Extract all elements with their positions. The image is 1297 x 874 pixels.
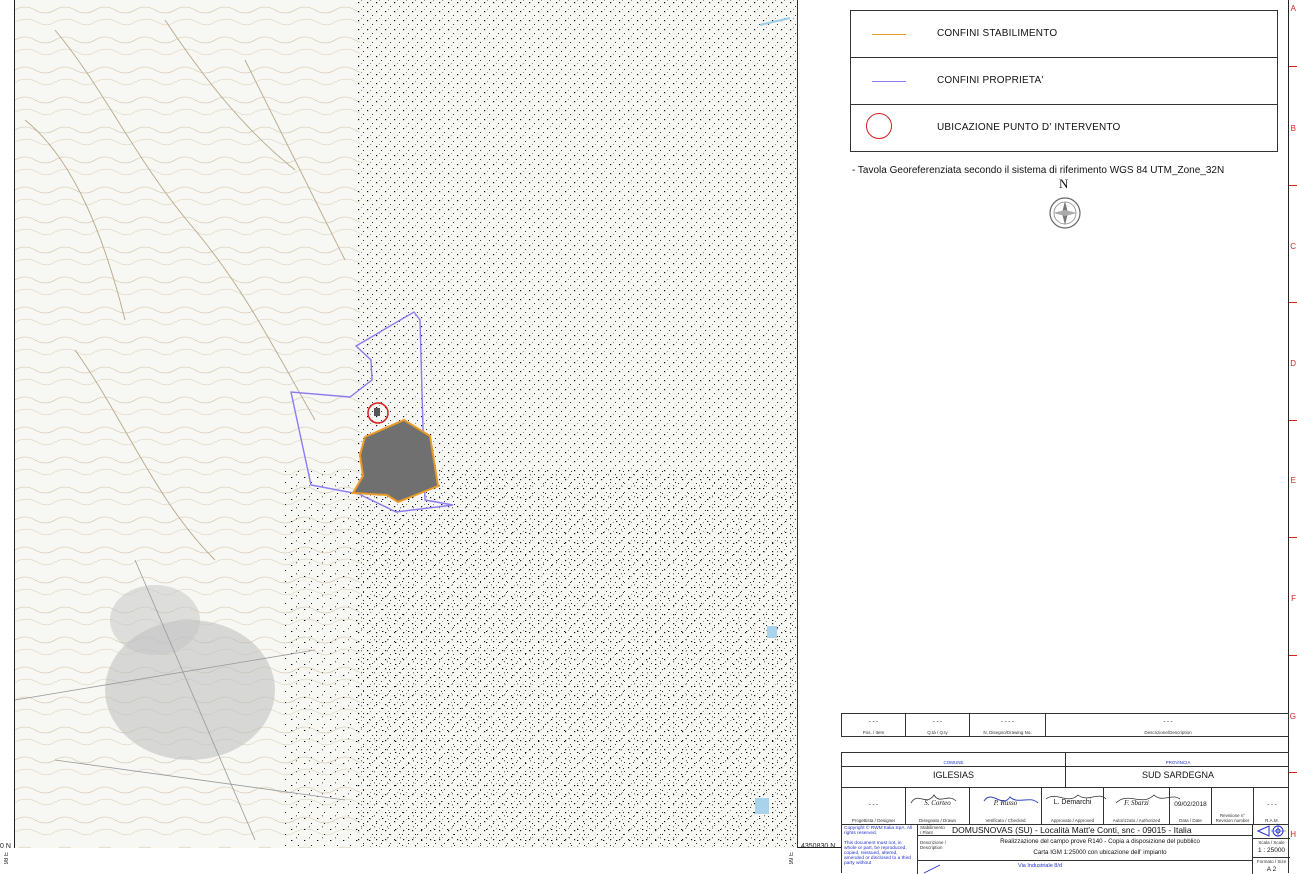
plant-value: DOMUSNOVAS (SU) - Località Matt'e Conti,… [952, 825, 1192, 835]
description-label: Descrizione / Description [920, 840, 947, 850]
title-block: COMUNE IGLESIAS PROVINCIA SUD SARDEGNA -… [841, 752, 1290, 874]
plain-area-south [285, 470, 797, 848]
ram-cell: - - - R.A.M. [1254, 787, 1290, 824]
plant-description-cell: Stabilimento / Plant DOMUSNOVAS (SU) - L… [918, 824, 1252, 874]
revision-item-header: Pos. / Item [862, 730, 885, 735]
revision-qty-value: - - - [932, 719, 943, 725]
red-circle-icon [866, 113, 892, 139]
disclaimer-text: This document must not, in whole or part… [844, 841, 911, 866]
north-label: N [1059, 176, 1069, 191]
coord-left-vertical: 98 E [4, 852, 10, 865]
coord-center-bottom: 4350830 N [801, 843, 836, 850]
legend-item-plant-boundary: CONFINI STABILIMENTO [851, 11, 1277, 58]
legend-label: UBICAZIONE PUNTO D' INTERVENTO [937, 122, 1121, 133]
north-arrow: N [1044, 176, 1084, 236]
legend-item-intervention: UBICAZIONE PUNTO D' INTERVENTO [851, 105, 1277, 152]
water-body [767, 626, 777, 638]
format-value: A 2 [1266, 866, 1277, 873]
grid-ref-b: B [1290, 124, 1296, 133]
grid-tick [1289, 302, 1297, 303]
scale-label: Scala / Scale [1258, 840, 1285, 845]
provincia-label: PROVINCIA [1165, 760, 1191, 765]
grid-tick [1289, 655, 1297, 656]
grid-ref-e: E [1290, 476, 1296, 485]
legend-item-property-boundary: CONFINI PROPRIETA' [851, 58, 1277, 105]
revision-cell-drawing: - - - - N. Disegno/Drawing No. [970, 714, 1046, 736]
orange-line-icon [872, 34, 906, 35]
authorized-label: Autorizzato / Authorized [1112, 818, 1161, 823]
topographic-map[interactable] [15, 0, 798, 848]
grid-tick [1289, 420, 1297, 421]
revision-value: - - - [1267, 802, 1277, 808]
georeference-note: - Tavola Georeferenziata secondo il sist… [852, 165, 1225, 176]
compass-icon [1049, 197, 1081, 229]
divider [842, 766, 1288, 767]
revision-description-value: - - - [1163, 719, 1173, 725]
coord-center-vertical: 99 E [789, 852, 795, 865]
revision-cell-description: - - - Descrizione/Description [1046, 714, 1290, 736]
revision-drawing-header: N. Disegno/Drawing No. [983, 730, 1032, 735]
grid-tick [1289, 537, 1297, 538]
grid-tick [1289, 66, 1297, 67]
intervention-point [374, 408, 380, 416]
date-label: Data / Date [1179, 818, 1202, 823]
divider [1253, 857, 1290, 858]
comune-label: COMUNE [943, 760, 964, 765]
divider [918, 835, 1252, 836]
town-area-north [110, 585, 200, 655]
legend: CONFINI STABILIMENTO CONFINI PROPRIETA' … [850, 10, 1278, 152]
provincia-cell: PROVINCIA SUD SARDEGNA [1066, 753, 1290, 787]
grid-tick [1289, 185, 1297, 186]
grid-ref-h: H [1290, 830, 1296, 839]
revision-table: - - - Pos. / Item - - - Q.tà / Q.ty - - … [841, 713, 1289, 737]
copyright-cell: Copyright © RWM Italia SpA. All rights r… [842, 824, 918, 874]
comune-value: IGLESIAS [932, 770, 975, 780]
drawn-label: Disegnato / Drawn [918, 818, 957, 823]
grid-ref-d: D [1290, 359, 1296, 368]
divider [1253, 838, 1290, 839]
grid-tick [1289, 772, 1297, 773]
revision-number-cell: Revisione n° Revision number [1212, 787, 1254, 824]
legend-label: CONFINI PROPRIETA' [937, 75, 1044, 86]
comune-cell: COMUNE IGLESIAS [842, 753, 1066, 787]
plant-label: Stabilimento / Plant [920, 825, 945, 835]
signature-scribbles [910, 794, 1181, 804]
purple-line-icon [872, 81, 906, 82]
description-line-2: Carta IGM 1:25000 con ubicazione dell' i… [1033, 849, 1167, 856]
legend-label: CONFINI STABILIMENTO [937, 28, 1058, 39]
water-body-south [755, 798, 769, 814]
map-canvas [15, 0, 797, 848]
revision-qty-header: Q.tà / Q.ty [927, 730, 948, 735]
divider [918, 860, 1252, 861]
revision-drawing-value: - - - - [1001, 719, 1014, 725]
grid-ref-f: F [1291, 594, 1296, 603]
scale-cell: Scala / Scale 1 : 25000 Formato / Size A… [1252, 824, 1290, 874]
projection-symbol-icon [1257, 825, 1286, 837]
address-text: Via Industriale 8/d [1018, 863, 1062, 869]
revision-item-value: - - - [868, 719, 879, 725]
designer-label: Progettista / Designer [851, 818, 896, 823]
revision-cell-item: - - - Pos. / Item [842, 714, 906, 736]
format-label: Formato / Size [1256, 859, 1287, 864]
grid-ref-g: G [1289, 712, 1296, 721]
revision-description-header: Descrizione/Description [1144, 730, 1192, 735]
provincia-value: SUD SARDEGNA [1141, 770, 1214, 780]
checked-label: Verificato / Checked [985, 818, 1026, 823]
signatures-row: - - - Progettista / Designer S. Corteo D… [842, 787, 1290, 824]
designer-cell: - - - Progettista / Designer [842, 787, 906, 824]
revision-cell-qty: - - - Q.tà / Q.ty [906, 714, 970, 736]
revision-number-label: Revisione n° Revision number [1215, 813, 1250, 823]
grid-ref-c: C [1290, 242, 1296, 251]
description-line-1: Realizzazione del campo prove R140 - Cop… [1000, 838, 1200, 845]
ram-label: R.A.M. [1265, 818, 1279, 823]
grid-ref-a: A [1290, 4, 1296, 13]
approved-label: Approvato / Approved [1050, 818, 1095, 823]
copyright-text: Copyright © RWM Italia SpA. All rights r… [844, 826, 913, 836]
coord-left-bottom: 0 N [0, 843, 11, 850]
scale-value: 1 : 25000 [1257, 847, 1286, 854]
designer-value: - - - [868, 802, 879, 808]
